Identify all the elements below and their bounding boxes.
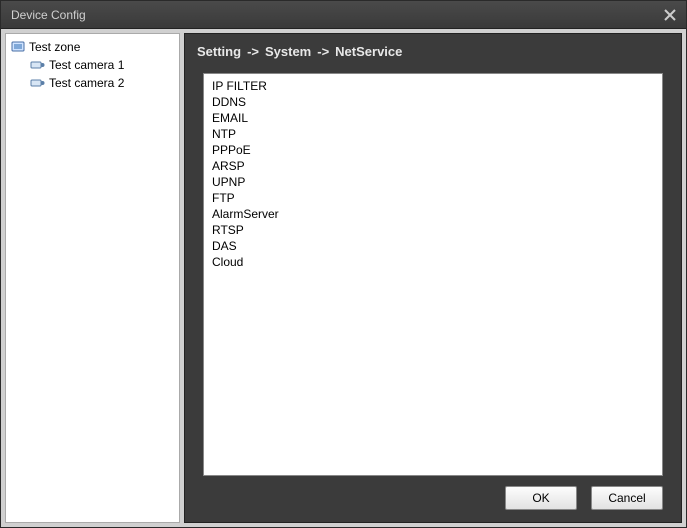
close-icon [664, 9, 676, 21]
camera-icon [30, 75, 46, 91]
close-button[interactable] [660, 6, 680, 24]
device-config-window: Device Config Test [0, 0, 687, 528]
list-item[interactable]: FTP [210, 190, 656, 206]
breadcrumb-separator: -> [247, 44, 259, 59]
list-item[interactable]: IP FILTER [210, 78, 656, 94]
window-title: Device Config [11, 8, 86, 22]
list-item[interactable]: DAS [210, 238, 656, 254]
list-item[interactable]: PPPoE [210, 142, 656, 158]
titlebar: Device Config [1, 1, 686, 29]
list-item[interactable]: UPNP [210, 174, 656, 190]
list-item[interactable]: EMAIL [210, 110, 656, 126]
breadcrumb: Setting -> System -> NetService [185, 34, 681, 67]
breadcrumb-part: NetService [335, 44, 402, 59]
button-row: OK Cancel [203, 476, 663, 510]
breadcrumb-part: Setting [197, 44, 241, 59]
breadcrumb-part: System [265, 44, 311, 59]
zone-icon [10, 39, 26, 55]
breadcrumb-separator: -> [317, 44, 329, 59]
tree-camera-2-label: Test camera 2 [49, 76, 124, 90]
list-item[interactable]: RTSP [210, 222, 656, 238]
window-body: Test zone Test camer [1, 29, 686, 527]
tree-zone-label: Test zone [29, 40, 80, 54]
tree-camera-2[interactable]: Test camera 2 [28, 74, 177, 92]
content-area: IP FILTER DDNS EMAIL NTP PPPoE ARSP UPNP… [185, 67, 681, 522]
tree-camera-1[interactable]: Test camera 1 [28, 56, 177, 74]
list-item[interactable]: NTP [210, 126, 656, 142]
list-item[interactable]: AlarmServer [210, 206, 656, 222]
list-item[interactable]: DDNS [210, 94, 656, 110]
main-panel: Setting -> System -> NetService IP FILTE… [184, 33, 682, 523]
tree-zone[interactable]: Test zone [8, 38, 177, 56]
netservice-listbox[interactable]: IP FILTER DDNS EMAIL NTP PPPoE ARSP UPNP… [203, 73, 663, 476]
tree-camera-1-label: Test camera 1 [49, 58, 124, 72]
camera-icon [30, 57, 46, 73]
list-item[interactable]: ARSP [210, 158, 656, 174]
cancel-button[interactable]: Cancel [591, 486, 663, 510]
device-tree[interactable]: Test zone Test camer [5, 33, 180, 523]
list-item[interactable]: Cloud [210, 254, 656, 270]
ok-button[interactable]: OK [505, 486, 577, 510]
